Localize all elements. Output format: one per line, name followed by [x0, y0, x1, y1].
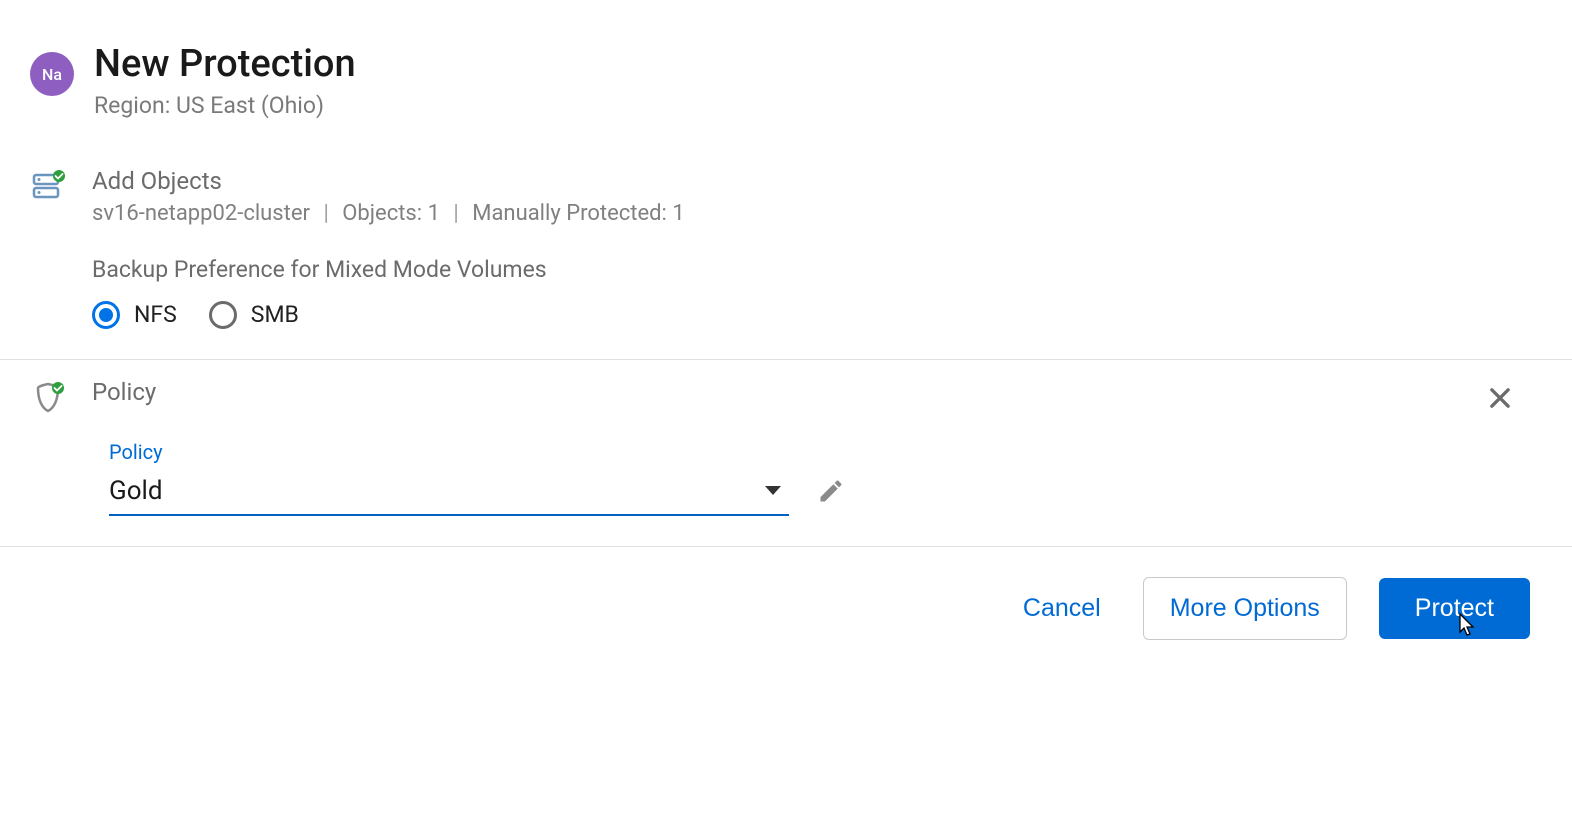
storage-icon [30, 167, 66, 209]
pencil-icon [817, 477, 845, 505]
close-button[interactable] [1486, 384, 1514, 416]
page-header: Na New Protection Region: US East (Ohio) [0, 0, 1572, 149]
shield-icon [30, 378, 66, 420]
policy-select-value: Gold [109, 476, 163, 506]
policy-body: Policy Policy Gold [92, 378, 1542, 516]
footer-actions: Cancel More Options Protect [0, 547, 1572, 670]
objects-count: Objects: 1 [342, 201, 440, 226]
policy-select[interactable]: Gold [109, 470, 789, 516]
protect-button-label: Protect [1415, 594, 1494, 622]
radio-smb[interactable]: SMB [209, 301, 299, 329]
radio-icon [209, 301, 237, 329]
page-title: New Protection [94, 44, 356, 86]
edit-policy-button[interactable] [817, 477, 845, 509]
policy-section: Policy Policy Gold [0, 360, 1572, 547]
policy-section-title: Policy [92, 378, 1542, 406]
radio-nfs[interactable]: NFS [92, 301, 177, 329]
policy-field-label: Policy [109, 440, 1542, 464]
chevron-down-icon [765, 486, 781, 495]
avatar-text: Na [42, 65, 62, 84]
cursor-icon [1455, 612, 1477, 645]
backup-preference-label: Backup Preference for Mixed Mode Volumes [92, 256, 1542, 283]
avatar: Na [30, 52, 74, 96]
policy-select-row: Gold [109, 470, 1542, 516]
page-subtitle: Region: US East (Ohio) [94, 92, 356, 119]
cancel-button[interactable]: Cancel [1013, 582, 1111, 635]
separator: | [453, 201, 458, 226]
separator: | [323, 201, 328, 226]
close-icon [1486, 384, 1514, 412]
add-objects-section: Add Objects sv16-netapp02-cluster | Obje… [0, 149, 1572, 360]
radio-nfs-label: NFS [134, 301, 177, 328]
add-objects-body: Add Objects sv16-netapp02-cluster | Obje… [92, 167, 1542, 329]
add-objects-title: Add Objects [92, 167, 1542, 195]
backup-preference-radio-group: NFS SMB [92, 301, 1542, 329]
manually-protected-count: Manually Protected: 1 [472, 201, 684, 226]
radio-icon [92, 301, 120, 329]
header-text: New Protection Region: US East (Ohio) [94, 44, 356, 119]
more-options-button[interactable]: More Options [1143, 577, 1347, 640]
protect-button[interactable]: Protect [1379, 578, 1530, 639]
cluster-name: sv16-netapp02-cluster [92, 201, 310, 226]
add-objects-subtitle: sv16-netapp02-cluster | Objects: 1 | Man… [92, 201, 1542, 226]
radio-smb-label: SMB [251, 301, 299, 328]
